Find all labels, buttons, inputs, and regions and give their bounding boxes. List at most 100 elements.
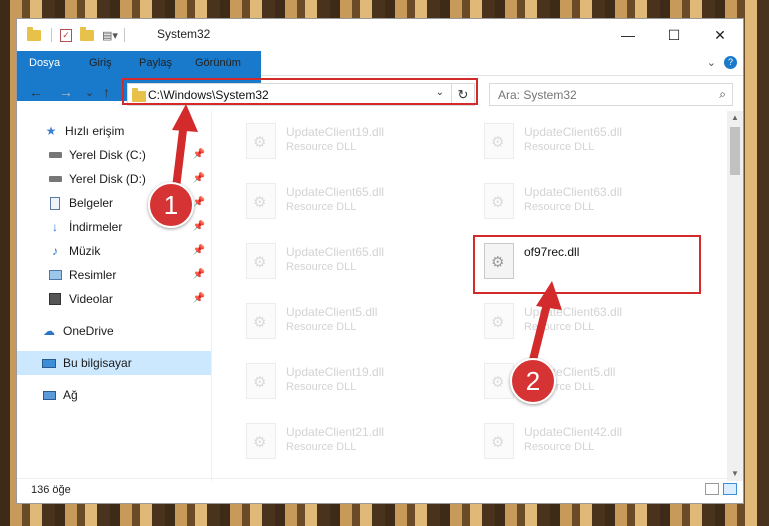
sidebar-item-label: Yerel Disk (D:) (69, 172, 146, 186)
tab-view[interactable]: Görünüm (185, 51, 251, 75)
dll-file-icon (246, 183, 276, 219)
address-bar[interactable]: C:\Windows\System32 ⌄ ↻ (127, 83, 475, 106)
file-type: Resource DLL (286, 381, 357, 393)
sidebar-item-label: Bu bilgisayar (63, 356, 132, 370)
navigation-pane: ★ Hızlı erişim Yerel Disk (C:) 📌 Yerel D… (17, 111, 212, 481)
file-item[interactable]: UpdateClient42.dll Resource DLL (476, 417, 696, 467)
dll-file-icon (246, 123, 276, 159)
file-item[interactable]: UpdateClient19.dll Resource DLL (238, 357, 458, 407)
computer-icon (41, 356, 57, 370)
file-item[interactable]: UpdateClient5.dll Resource DLL (476, 357, 696, 407)
forward-button[interactable]: → (59, 84, 73, 100)
tab-home[interactable]: Giriş (79, 51, 122, 75)
customize-toolbar-icon[interactable]: ▤▾ (102, 29, 118, 42)
properties-icon[interactable]: ✓ (60, 28, 72, 42)
expand-ribbon-icon[interactable]: ⌄ (707, 56, 716, 69)
file-name: UpdateClient65.dll (286, 185, 385, 199)
star-icon: ★ (45, 124, 57, 138)
divider (51, 28, 52, 42)
sidebar-item-label: Hızlı erişim (65, 124, 125, 138)
pin-icon[interactable]: 📌 (193, 269, 205, 280)
recent-locations-button[interactable]: ⌄ (85, 86, 94, 99)
file-type: Resource DLL (286, 441, 357, 453)
file-item[interactable]: UpdateClient65.dll Resource DLL (476, 117, 696, 167)
dll-file-icon (246, 423, 276, 459)
close-button[interactable]: ✕ (697, 19, 743, 51)
refresh-icon[interactable]: ↻ (451, 84, 474, 105)
new-folder-icon[interactable] (80, 26, 94, 41)
file-name: UpdateClient21.dll (286, 425, 385, 439)
dll-file-icon (246, 303, 276, 339)
chevron-down-icon[interactable]: ⌄ (436, 87, 444, 98)
sidebar-item-disk-c[interactable]: Yerel Disk (C:) 📌 (17, 143, 211, 167)
file-item[interactable]: UpdateClient65.dll Resource DLL (238, 177, 458, 227)
address-path[interactable]: C:\Windows\System32 (148, 88, 269, 102)
sidebar-item-pictures[interactable]: Resimler 📌 (17, 263, 211, 287)
file-item[interactable]: UpdateClient65.dll Resource DLL (238, 237, 458, 287)
tab-share[interactable]: Paylaş (129, 51, 182, 75)
file-type: Resource DLL (524, 321, 595, 333)
navigation-bar: ← → ⌄ ↑ C:\Windows\System32 ⌄ ↻ ⌕ (17, 75, 743, 111)
maximize-button[interactable]: ☐ (651, 19, 697, 51)
minimize-button[interactable]: — (605, 19, 651, 51)
window-title: System32 (157, 27, 211, 41)
video-icon (47, 292, 63, 306)
scroll-up-icon[interactable]: ▲ (727, 111, 743, 125)
sidebar-item-this-pc[interactable]: Bu bilgisayar (17, 351, 211, 375)
sidebar-item-label: OneDrive (63, 324, 114, 338)
pin-icon[interactable]: 📌 (193, 245, 205, 256)
file-item[interactable]: UpdateClient21.dll Resource DLL (238, 417, 458, 467)
vertical-scrollbar[interactable]: ▲ ▼ (727, 111, 743, 481)
file-item[interactable]: UpdateClient19.dll Resource DLL (238, 117, 458, 167)
dll-file-icon (246, 243, 276, 279)
step-2-badge: 2 (510, 358, 556, 404)
pin-icon[interactable]: 📌 (193, 149, 205, 160)
drive-icon (47, 148, 63, 162)
pin-icon[interactable]: 📌 (193, 173, 205, 184)
folder-icon (27, 26, 41, 41)
file-item-of97rec[interactable]: of97rec.dll (476, 237, 696, 287)
file-item[interactable]: UpdateClient63.dll Resource DLL (476, 297, 696, 347)
sidebar-item-quick-access[interactable]: ★ Hızlı erişim (17, 119, 211, 143)
item-count: 136 öğe (31, 484, 71, 496)
quick-access-toolbar: ✓ ▤▾ (27, 26, 125, 43)
sidebar-item-label: Videolar (69, 292, 113, 306)
step-1-badge: 1 (148, 182, 194, 228)
dll-file-icon (484, 423, 514, 459)
sidebar-item-onedrive[interactable]: ☁ OneDrive (17, 319, 211, 343)
file-name: of97rec.dll (524, 245, 580, 259)
network-icon (41, 388, 57, 402)
sidebar-item-network[interactable]: Ağ (17, 383, 211, 407)
search-icon[interactable]: ⌕ (719, 87, 726, 102)
file-type: Resource DLL (286, 321, 357, 333)
music-icon: ♪ (52, 244, 58, 258)
up-button[interactable]: ↑ (103, 84, 110, 100)
scroll-thumb[interactable] (730, 127, 740, 175)
pin-icon[interactable]: 📌 (193, 221, 205, 232)
pin-icon[interactable]: 📌 (193, 197, 205, 208)
dll-file-icon (484, 183, 514, 219)
drive-icon (47, 172, 63, 186)
tiles-view-icon[interactable] (723, 483, 737, 495)
details-view-icon[interactable] (705, 483, 719, 495)
pin-icon[interactable]: 📌 (193, 293, 205, 304)
file-type: Resource DLL (286, 141, 357, 153)
file-name: UpdateClient19.dll (286, 125, 385, 139)
back-button[interactable]: ← (29, 84, 43, 100)
file-item[interactable]: UpdateClient5.dll Resource DLL (238, 297, 458, 347)
file-item[interactable]: UpdateClient63.dll Resource DLL (476, 177, 696, 227)
view-switcher (705, 483, 737, 495)
file-type: Resource DLL (524, 441, 595, 453)
documents-icon (47, 196, 63, 210)
file-explorer-window: ✓ ▤▾ System32 — ☐ ✕ Dosya Giriş Paylaş G… (16, 18, 744, 504)
pictures-icon (47, 268, 63, 282)
sidebar-item-music[interactable]: ♪ Müzik 📌 (17, 239, 211, 263)
sidebar-item-videos[interactable]: Videolar 📌 (17, 287, 211, 311)
file-type: Resource DLL (286, 201, 357, 213)
folder-icon (132, 88, 146, 102)
search-box[interactable]: ⌕ (489, 83, 733, 106)
search-input[interactable] (496, 86, 710, 104)
sidebar-item-label: Resimler (69, 268, 117, 282)
sidebar-item-label: Müzik (69, 244, 101, 258)
help-icon[interactable]: ? (724, 56, 737, 69)
